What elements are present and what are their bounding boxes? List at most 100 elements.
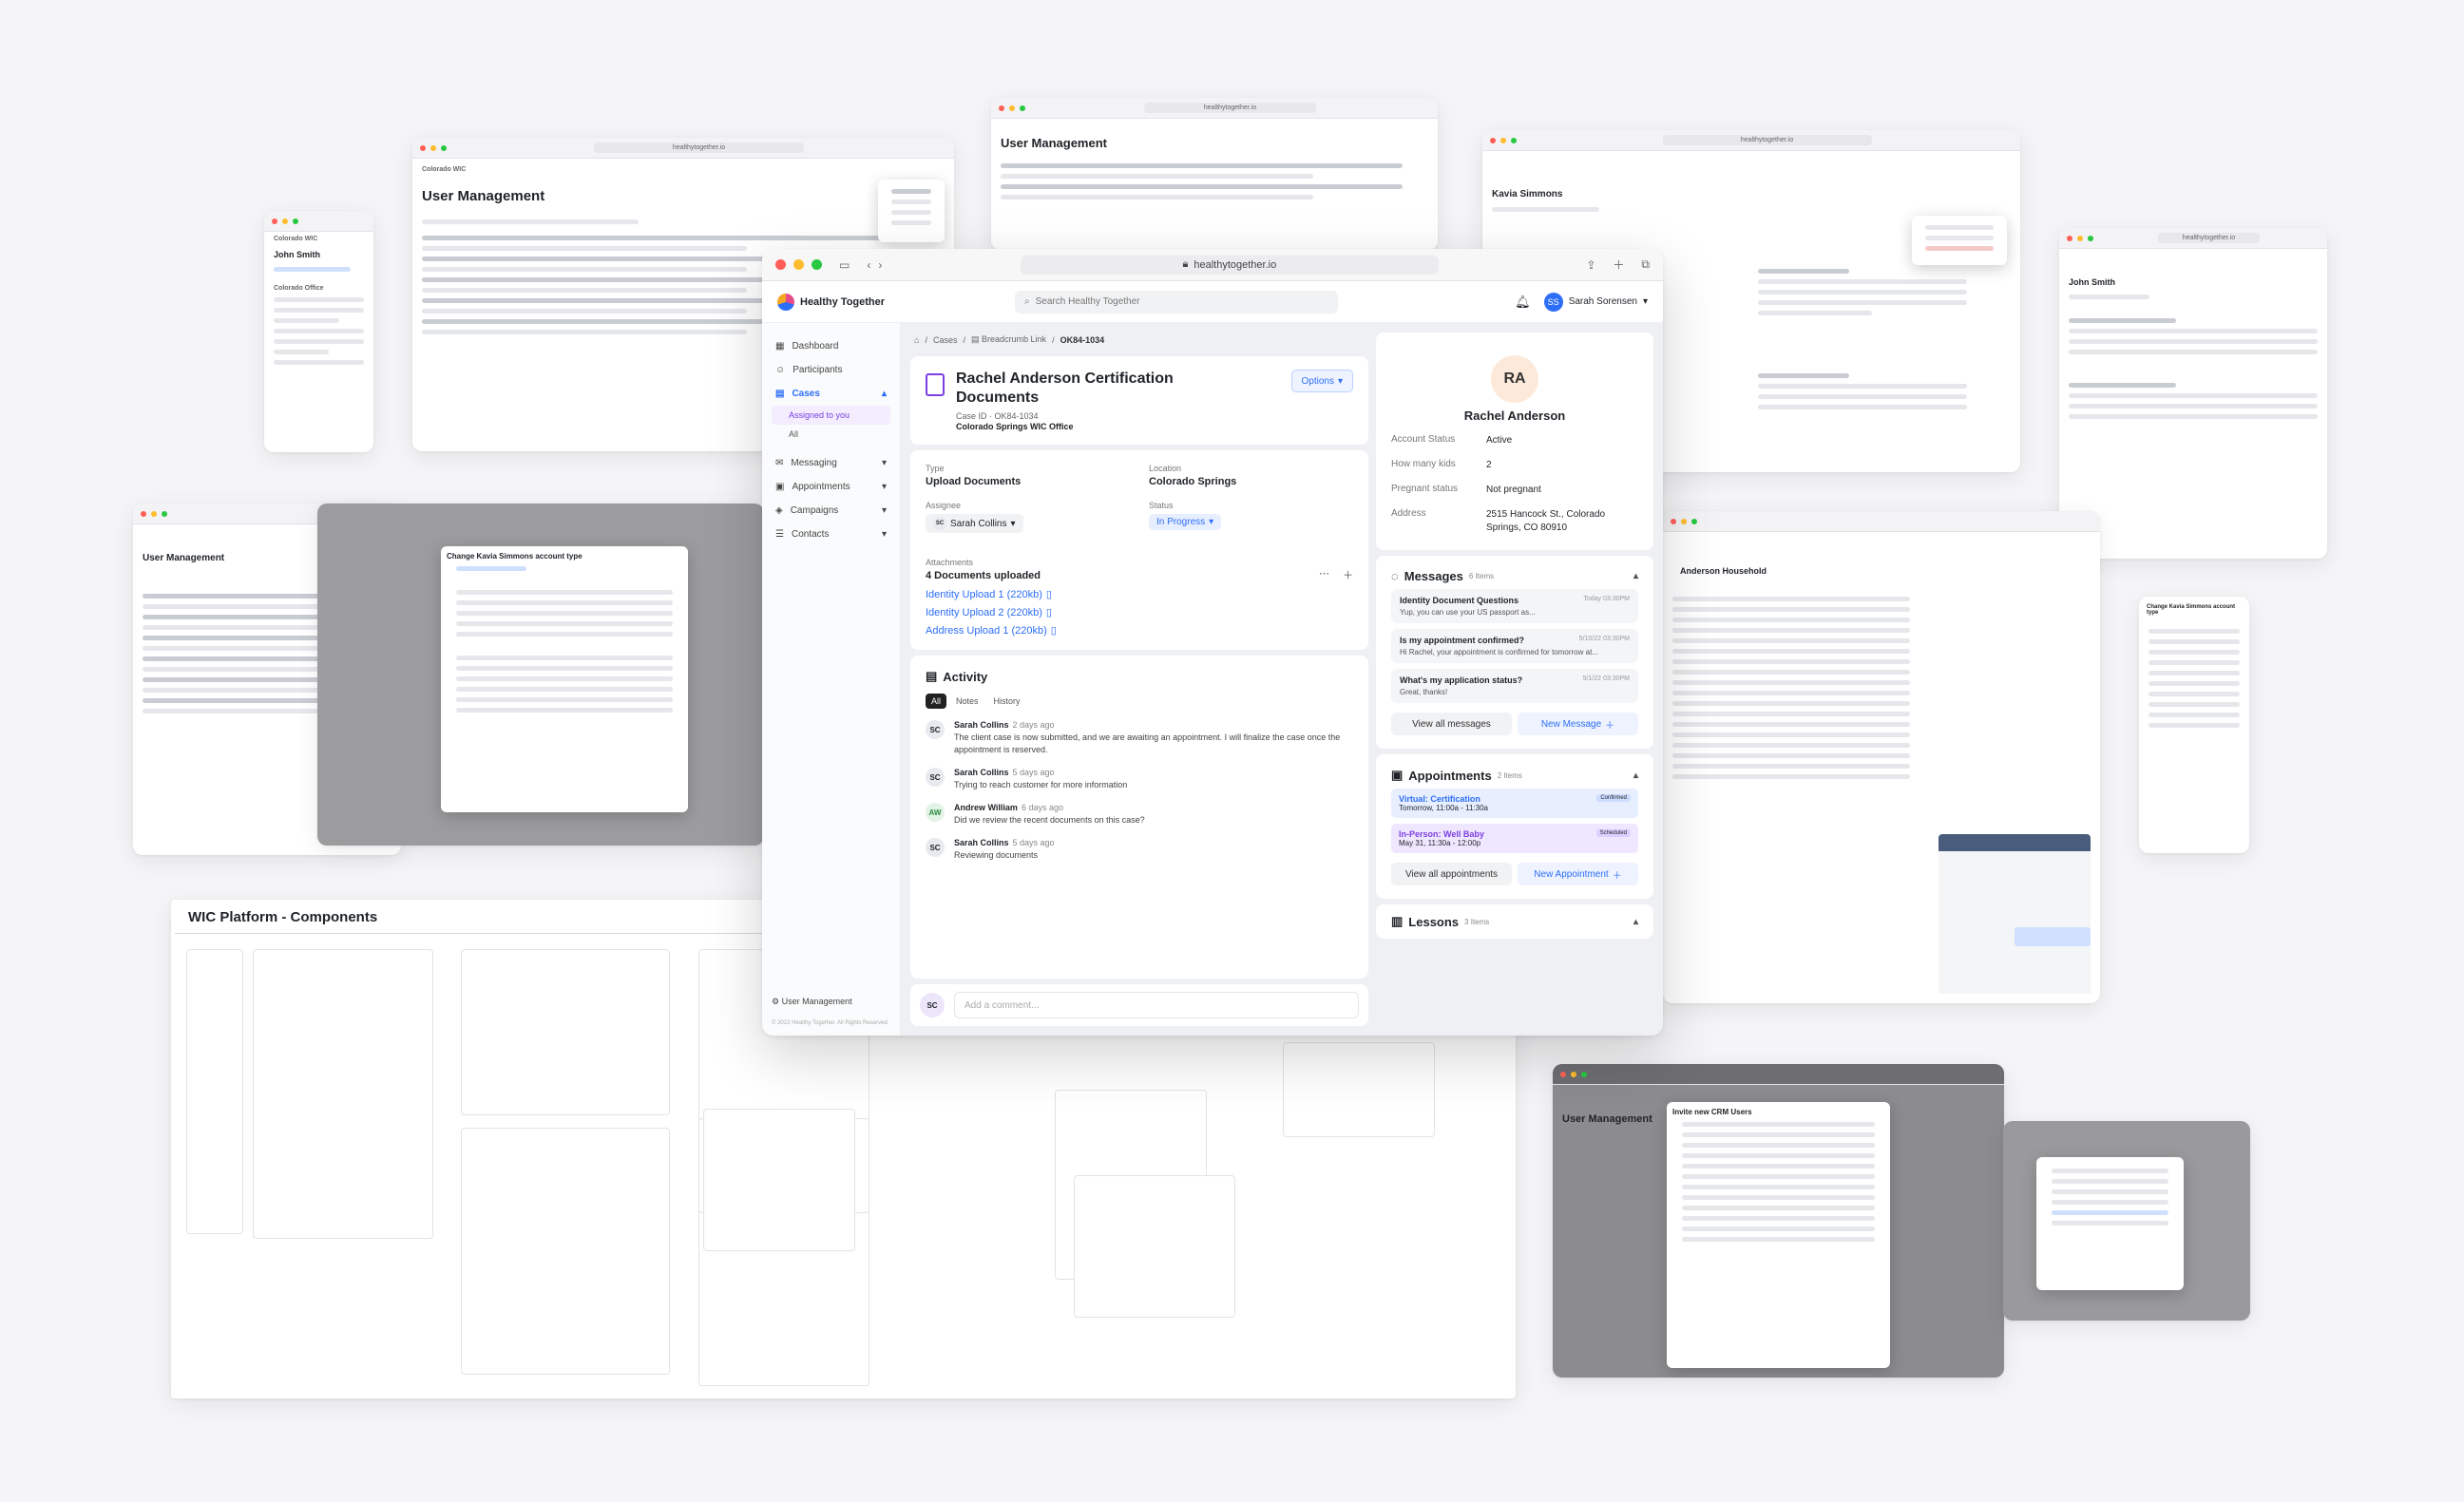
attachment-link[interactable]: Identity Upload 1 (220kb) ▯ [926,588,1353,601]
message-item[interactable]: Identity Document Questions Today 03:30PM… [1391,589,1638,623]
browser-chrome [264,211,373,232]
new-message-button[interactable]: New Message ＋ [1518,713,1638,735]
case-id: Case ID · OK84-1034 [956,411,1039,421]
options-button[interactable]: Options ▾ [1290,370,1353,392]
chevron-up-icon[interactable]: ▴ [1633,571,1638,581]
maximize-window-button[interactable] [812,259,822,270]
breadcrumb-cases[interactable]: Cases [933,335,958,345]
appointment-item[interactable]: Scheduled In-Person: Well Baby May 31, 11:… [1391,824,1638,853]
forward-icon[interactable]: › [878,258,882,272]
thumb-kavia-options-menu [1912,216,2007,265]
sidebar-item-messaging[interactable]: ✉ Messaging ▾ [772,451,890,475]
thumb-chat-panel [1939,834,2091,851]
dashboard-icon: ▦ [775,341,785,352]
attachment-link[interactable]: Address Upload 1 (220kb) ▯ [926,624,1353,637]
breadcrumb-link[interactable]: ▤ Breadcrumb Link [971,334,1046,345]
thumb-change-type-bg: Change Kavia Simmons account type [317,504,764,846]
chevron-up-icon[interactable]: ▴ [1633,917,1638,927]
appointments-card: ▣ Appointments 2 Items ▴ Confirmed Virtual: … [1376,754,1653,899]
browser-chrome: healthytogether.io [1482,130,2020,151]
bell-icon[interactable]: 🔔︎ [1515,295,1531,310]
case-office: Colorado Springs WIC Office [956,422,1074,431]
message-item[interactable]: What's my application status? 5/1/22 03:3… [1391,669,1638,703]
breadcrumb-current: OK84-1034 [1060,334,1105,345]
thumb-um-title: User Management [422,188,545,204]
comment-bar: SC Add a comment... [910,984,1368,1026]
activity-icon: ▤ [926,669,938,683]
new-appointment-button[interactable]: New Appointment ＋ [1518,863,1638,885]
sidebar-subitem-assigned[interactable]: Assigned to you [772,406,890,425]
plus-icon: ＋ [1612,870,1622,882]
share-icon[interactable]: ⇪ [1586,258,1595,272]
user-name: Sarah Sorensen [1568,296,1637,307]
sidebar-item-participants[interactable]: ☺ Participants [772,358,890,382]
book-icon: ▥ [1391,914,1404,928]
location-value: Colorado Springs [1149,476,1237,487]
status-badge: Scheduled [1595,829,1631,837]
comment-input[interactable]: Add a comment... [954,992,1359,1018]
thumb-account-type-window [2003,1121,2250,1321]
attachment-link[interactable]: Identity Upload 2 (220kb) ▯ [926,606,1353,619]
sidebar-item-user-management[interactable]: ⚙ User Management [772,997,852,1007]
sidebar-item-cases[interactable]: ▤ Cases ▴ [772,382,890,406]
status-select[interactable]: In Progress ▾ [1149,514,1222,530]
pregnant-status: Not pregnant [1486,485,1541,495]
tab-history[interactable]: History [988,694,1026,709]
avatar: RA [1491,355,1538,403]
avatar: SC [926,768,945,787]
healthy-together-logo-icon [777,293,794,311]
thumb-john-smith-2: healthytogether.io John Smith [2059,228,2327,559]
minimize-window-button[interactable] [793,259,804,270]
attachments-count: 4 Documents uploaded [926,569,1041,581]
appointment-item[interactable]: Confirmed Virtual: Certification Tomorrow,… [1391,789,1638,818]
breadcrumb: ⌂ / Cases / ▤ Breadcrumb Link / OK84-1034 [914,334,1105,345]
address-bar[interactable]: 🔒︎ healthytogether.io [1020,255,1439,275]
brand-logo[interactable]: Healthy Together [777,293,1015,311]
thumb-anderson-window: Anderson Household [1663,511,2100,1003]
assignee-select[interactable]: SC Sarah Collins ▾ [926,514,1023,533]
location-label: Location [1149,464,1182,473]
user-menu[interactable]: SS Sarah Sorensen ▾ [1543,292,1648,312]
case-title: Rachel Anderson Certification Documents [956,371,1174,406]
tab-notes[interactable]: Notes [950,694,984,709]
plus-icon[interactable]: ＋ [1343,567,1353,582]
thumb-user-dropdown [878,180,945,242]
back-icon[interactable]: ‹ [867,258,870,272]
thumb-john-name-2: John Smith [2069,277,2115,287]
global-search-input[interactable]: ⌕ Search Healthy Together [1015,290,1338,314]
sidebar-item-campaigns[interactable]: ◈ Campaigns ▾ [772,499,890,523]
message-item[interactable]: Is my appointment confirmed? 5/10/22 03:3… [1391,629,1638,663]
chevron-up-icon[interactable]: ▴ [1633,770,1638,781]
chevron-down-icon: ▾ [1010,518,1016,529]
sidebar-item-appointments[interactable]: ▣ Appointments ▾ [772,475,890,499]
view-all-messages-button[interactable]: View all messages [1391,713,1512,735]
avatar: SC [926,838,945,857]
thumb-change-type-small-title: Change Kavia Simmons account type [2147,604,2236,616]
more-icon[interactable]: ⋯ [1319,567,1329,582]
view-all-appointments-button[interactable]: View all appointments [1391,863,1512,885]
lock-icon: 🔒︎ [1182,258,1189,270]
account-status: Active [1486,435,1513,446]
sidebar-subitem-all[interactable]: All [772,425,890,444]
search-placeholder: Search Healthy Together [1035,296,1140,307]
case-header-card: Rachel Anderson Certification Documents … [910,356,1368,445]
activity-tabs: All Notes History [926,694,1353,709]
tabs-overview-icon[interactable]: ⧉ [1641,257,1650,272]
sidebar-item-dashboard[interactable]: ▦ Dashboard [772,334,890,358]
tab-all[interactable]: All [926,694,947,709]
plus-icon: ＋ [1605,720,1615,732]
home-icon[interactable]: ⌂ [914,335,919,345]
new-tab-icon[interactable]: ＋ [1613,257,1624,273]
avatar: AW [926,803,945,822]
close-window-button[interactable] [775,259,786,270]
sidebar-toggle-icon[interactable]: ▭ [839,258,850,272]
app-header: Healthy Together ⌕ Search Healthy Togeth… [762,281,1663,323]
status-label: Status [1149,501,1174,510]
chat-icon: ✉ [775,458,784,468]
participant-name[interactable]: Rachel Anderson [1391,409,1638,423]
activity-item: SC Sarah Collins 5 days ago Reviewing docum… [926,838,1353,862]
thumb-um-title-2: User Management [1001,136,1107,150]
brand-name: Healthy Together [800,295,886,308]
type-value: Upload Documents [926,476,1022,487]
sidebar-item-contacts[interactable]: ☰ Contacts ▾ [772,523,890,546]
